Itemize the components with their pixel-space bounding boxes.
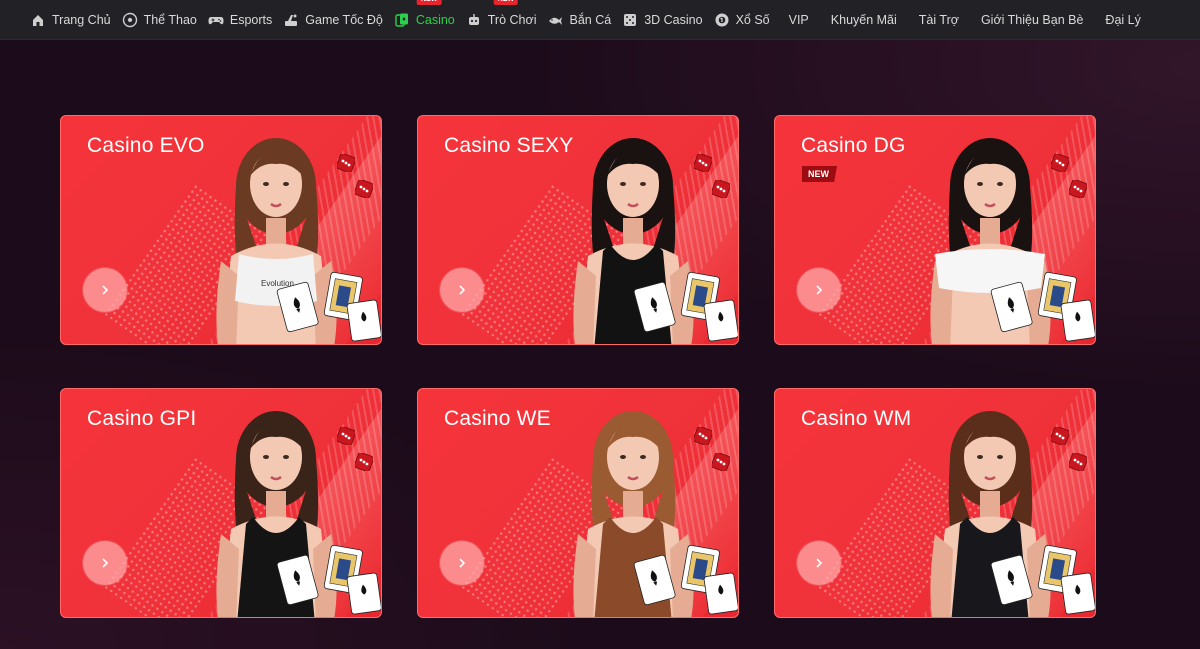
nav-item-3d-casino[interactable]: 3D Casino <box>622 4 703 36</box>
lottery-ball-icon <box>714 12 730 28</box>
gamepad-icon <box>208 12 224 28</box>
card-title: Casino EVO <box>87 134 205 157</box>
dice-icon <box>1050 426 1070 446</box>
nav-item-thể-thao[interactable]: Thể Thao <box>122 4 197 36</box>
speed-game-icon <box>283 12 299 28</box>
nav-item-label: 3D Casino <box>644 12 703 27</box>
enter-game-button[interactable] <box>797 541 841 585</box>
nav-item-label: Thể Thao <box>143 12 197 27</box>
dice-icon <box>336 426 356 446</box>
enter-game-button[interactable] <box>797 268 841 312</box>
playing-cards-icon <box>985 264 1095 344</box>
new-badge: NEW <box>802 166 837 182</box>
dice-icon <box>711 452 731 472</box>
nav-item-giới-thiệu-bạn-bè[interactable]: Giới Thiệu Bạn Bè <box>981 4 1083 36</box>
nav-item-casino[interactable]: Casino NEW <box>394 0 455 36</box>
casino-card-evo[interactable]: Casino EVO Evolution <box>60 115 382 345</box>
enter-game-button[interactable] <box>440 268 484 312</box>
enter-game-button[interactable] <box>83 268 127 312</box>
card-title: Casino SEXY <box>444 134 574 157</box>
new-tag-badge: NEW <box>493 0 519 5</box>
card-title: Casino WE <box>444 407 551 430</box>
nav-item-esports[interactable]: Esports <box>208 4 272 36</box>
enter-game-button[interactable] <box>440 541 484 585</box>
nav-item-label: Trang Chủ <box>52 12 111 27</box>
nav-item-label: Khuyến Mãi <box>830 12 897 27</box>
playing-cards-icon <box>628 537 738 617</box>
nav-item-label: Game Tốc Độ <box>305 12 383 27</box>
nav-item-label: Esports <box>229 12 273 27</box>
dice-icon <box>711 179 731 199</box>
casino-grid: Casino EVO Evolution Casino SEXY Casino … <box>60 115 1096 618</box>
nav-item-label: Đại Lý <box>1105 12 1141 27</box>
dice-icon <box>693 426 713 446</box>
dice-icon <box>693 153 713 173</box>
nav-item-khuyến-mãi[interactable]: Khuyến Mãi <box>831 4 897 36</box>
casino-card-wm[interactable]: Casino WM <box>774 388 1096 618</box>
card-title: Casino GPI <box>87 407 197 430</box>
robot-icon <box>466 12 482 28</box>
chevron-right-icon <box>99 557 111 569</box>
nav-item-bắn-cá[interactable]: Bắn Cá <box>547 4 611 36</box>
nav-item-vip[interactable]: VIP <box>789 4 809 36</box>
nav-item-xổ-số[interactable]: Xổ Số <box>714 4 770 36</box>
dice-icon <box>1068 452 1088 472</box>
nav-item-label: Giới Thiệu Bạn Bè <box>980 12 1084 27</box>
new-tag-badge: NEW <box>416 0 442 5</box>
casino-card-we[interactable]: Casino WE <box>417 388 739 618</box>
casino-card-gpi[interactable]: Casino GPI <box>60 388 382 618</box>
top-navigation: Trang Chủ Thể Thao Esports Game Tốc Độ Casin… <box>0 0 1200 40</box>
dice-icon <box>1068 179 1088 199</box>
dice-icon <box>336 153 356 173</box>
nav-item-label: Trò Chơi <box>487 12 537 27</box>
nav-item-label: Tài Trợ <box>918 12 959 27</box>
nav-item-trang-chủ[interactable]: Trang Chủ <box>30 4 111 36</box>
nav-item-label: Xổ Số <box>735 12 770 27</box>
chevron-right-icon <box>813 284 825 296</box>
enter-game-button[interactable] <box>83 541 127 585</box>
chevron-right-icon <box>456 284 468 296</box>
card-title: Casino DG <box>801 134 906 157</box>
dice-icon <box>354 179 374 199</box>
dice-icon <box>622 12 638 28</box>
nav-item-label: Casino <box>415 12 455 27</box>
nav-item-label: Bắn Cá <box>569 12 612 27</box>
nav-item-label: VIP <box>788 12 809 27</box>
casino-card-sexy[interactable]: Casino SEXY <box>417 115 739 345</box>
playing-cards-icon <box>628 264 738 344</box>
home-icon <box>30 12 46 28</box>
dice-icon <box>1050 153 1070 173</box>
casino-card-dg[interactable]: Casino DG NEW <box>774 115 1096 345</box>
nav-item-tài-trợ[interactable]: Tài Trợ <box>919 4 959 36</box>
chevron-right-icon <box>99 284 111 296</box>
dice-icon <box>354 452 374 472</box>
playing-cards-icon <box>271 537 381 617</box>
playing-cards-icon <box>985 537 1095 617</box>
casino-chip-icon <box>394 12 410 28</box>
nav-item-game-tốc-độ[interactable]: Game Tốc Độ <box>283 4 383 36</box>
soccer-ball-icon <box>122 12 138 28</box>
fish-icon <box>547 12 563 28</box>
chevron-right-icon <box>456 557 468 569</box>
nav-item-đại-lý[interactable]: Đại Lý <box>1105 4 1140 36</box>
playing-cards-icon <box>271 264 381 344</box>
nav-item-trò-chơi[interactable]: Trò Chơi NEW <box>466 0 537 36</box>
card-title: Casino WM <box>801 407 912 430</box>
chevron-right-icon <box>813 557 825 569</box>
